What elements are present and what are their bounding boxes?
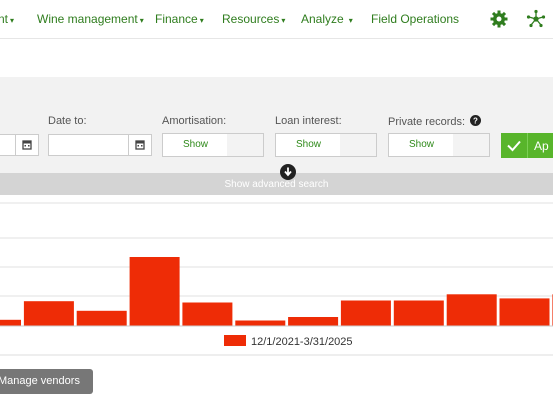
date-to-label: Date to: — [48, 115, 87, 127]
nav-item-analyze[interactable]: Analyze ▾ — [301, 12, 353, 26]
toggle-hide-option[interactable] — [340, 134, 376, 156]
calendar-button[interactable] — [128, 135, 151, 155]
loan-interest-label: Loan interest: — [275, 115, 342, 127]
calendar-icon — [22, 140, 32, 150]
private-records-label-text: Private records: — [388, 116, 466, 128]
private-records-label: Private records: ? — [388, 115, 482, 128]
calendar-button[interactable] — [15, 135, 38, 155]
chart-bar[interactable] — [393, 300, 444, 327]
chart-bar[interactable] — [129, 257, 180, 326]
gear-icon[interactable] — [489, 9, 509, 29]
date-to-field[interactable] — [48, 134, 152, 156]
nav-item-partial[interactable]: nt ▾ — [0, 12, 14, 26]
chart-bar[interactable] — [182, 302, 233, 327]
chart-bar[interactable] — [23, 301, 74, 326]
chart-bar[interactable] — [446, 294, 497, 326]
apply-button[interactable]: Ap — [501, 133, 553, 158]
date-from-field[interactable] — [0, 134, 39, 156]
help-icon[interactable]: ? — [470, 115, 482, 126]
nav-item-field-operations[interactable]: Field Operations — [371, 12, 459, 26]
toggle-show-option[interactable]: Show — [163, 134, 229, 156]
chevron-down-icon: ▾ — [281, 16, 286, 25]
nav-item-label: Wine management — [37, 12, 138, 26]
chevron-down-icon: ▾ — [139, 16, 144, 25]
toggle-hide-option[interactable] — [453, 134, 489, 156]
chart-bar[interactable] — [0, 319, 21, 326]
apply-button-label: Ap — [534, 139, 549, 153]
chart-bar[interactable] — [340, 300, 391, 327]
nav-item-wine-management[interactable]: Wine management ▾ — [37, 12, 144, 26]
chart-grid — [0, 202, 553, 297]
nav-item-resources[interactable]: Resources ▾ — [222, 12, 285, 26]
check-icon — [501, 133, 528, 158]
chevron-down-icon: ▾ — [348, 16, 353, 25]
manage-vendors-button[interactable]: Manage vendors — [0, 369, 93, 394]
nav-item-label: Analyze — [301, 12, 344, 26]
nav-item-label: Finance — [155, 12, 198, 26]
toggle-hide-option[interactable] — [227, 134, 263, 156]
nav-item-label: Resources — [222, 12, 280, 26]
advanced-search-label: Show advanced search — [224, 179, 329, 190]
advanced-search-bar[interactable]: Show advanced search — [0, 173, 553, 195]
chart-bar[interactable] — [235, 320, 286, 327]
chart-bar[interactable] — [499, 298, 550, 326]
legend-label: 12/1/2021-3/31/2025 — [251, 336, 353, 348]
amortisation-label: Amortisation: — [162, 115, 227, 127]
network-icon[interactable] — [526, 9, 546, 29]
calendar-icon — [135, 140, 145, 150]
toggle-show-option[interactable]: Show — [276, 134, 342, 156]
amortisation-toggle[interactable]: Show — [162, 133, 264, 157]
bar-chart: 12/1/2021-3/31/2025 — [0, 202, 553, 356]
legend-swatch — [224, 335, 246, 346]
page-spacer — [0, 39, 553, 77]
svg-text:?: ? — [473, 117, 478, 126]
loan-interest-toggle[interactable]: Show — [275, 133, 377, 157]
private-records-toggle[interactable]: Show — [388, 133, 490, 157]
chevron-down-icon: ▾ — [10, 16, 15, 25]
top-navigation: nt ▾ Wine management ▾ Finance ▾ Resources ▾… — [0, 0, 553, 39]
chart-bar[interactable] — [288, 317, 339, 326]
chevron-down-icon: ▾ — [199, 16, 204, 25]
toggle-show-option[interactable]: Show — [389, 134, 455, 156]
chart-bar[interactable] — [76, 310, 127, 326]
arrow-down-circle-icon[interactable] — [280, 164, 296, 180]
nav-item-label: nt — [0, 12, 9, 26]
nav-item-label: Field Operations — [371, 12, 460, 26]
nav-item-finance[interactable]: Finance ▾ — [155, 12, 204, 26]
